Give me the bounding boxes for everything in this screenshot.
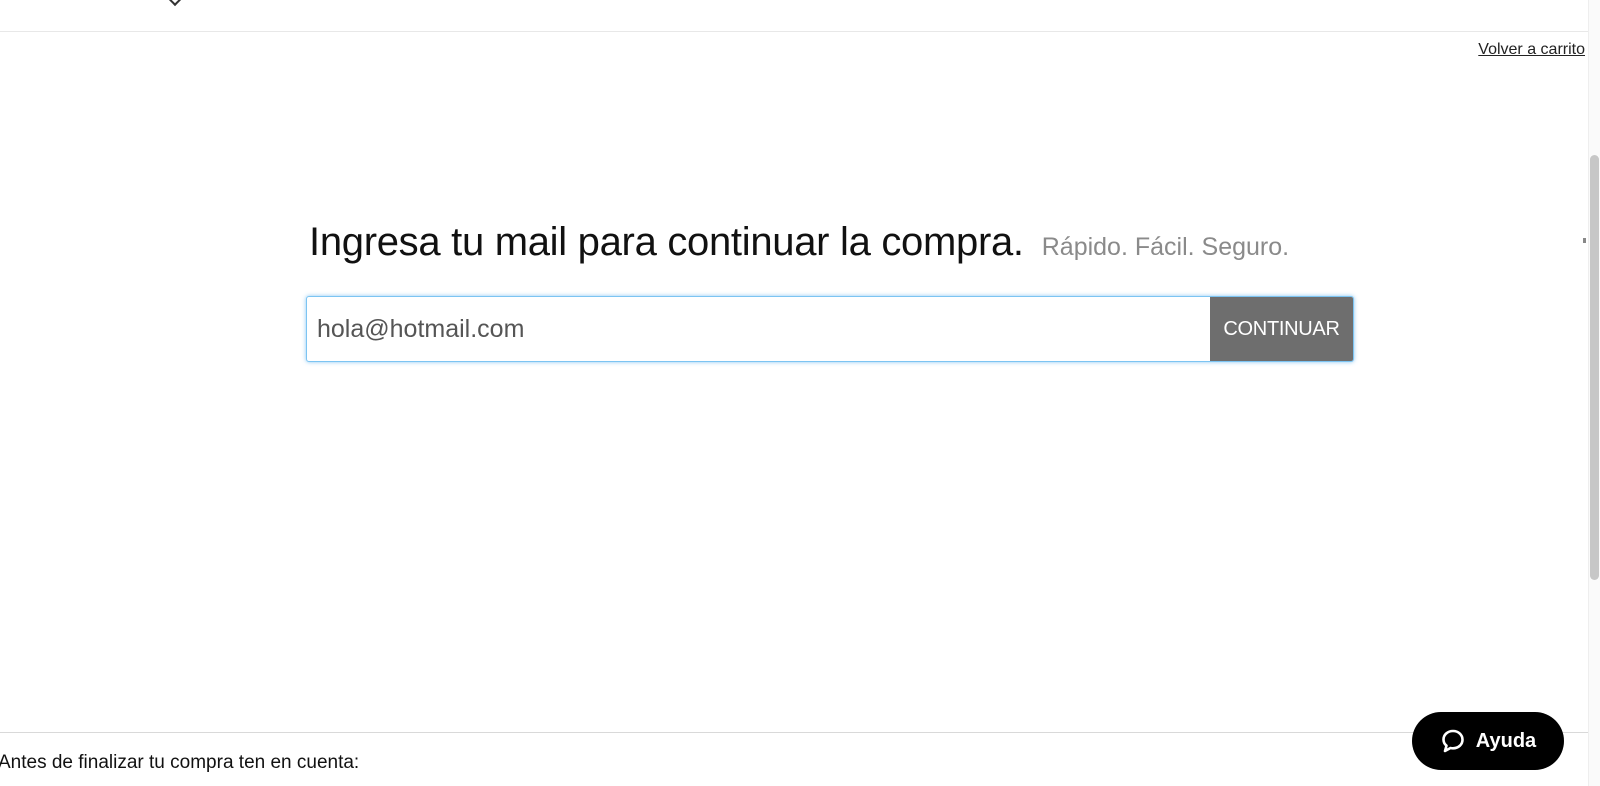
chevron-down-icon[interactable] — [167, 0, 183, 7]
page-subtitle: Rápido. Fácil. Seguro. — [1041, 233, 1290, 261]
heading-row: Ingresa tu mail para continuar la compra… — [309, 220, 1289, 265]
help-button[interactable]: Ayuda — [1412, 712, 1564, 770]
help-label: Ayuda — [1475, 729, 1537, 752]
checkout-notice: Antes de finalizar tu compra ten en cuen… — [0, 752, 360, 773]
checkout-email-page: Volver a carrito Ingresa tu mail para co… — [0, 0, 1600, 786]
continue-button[interactable]: CONTINUAR — [1210, 297, 1353, 361]
back-to-cart-link[interactable]: Volver a carrito — [1478, 41, 1585, 59]
header-divider — [0, 31, 1589, 32]
page-title: Ingresa tu mail para continuar la compra… — [309, 220, 1024, 264]
email-input[interactable] — [307, 297, 1210, 361]
chat-bubble-icon — [1441, 729, 1464, 753]
email-form: CONTINUAR — [306, 296, 1354, 362]
scrollbar-thumb[interactable] — [1590, 155, 1599, 580]
edge-mark — [1583, 238, 1586, 243]
footer-divider — [0, 732, 1589, 733]
